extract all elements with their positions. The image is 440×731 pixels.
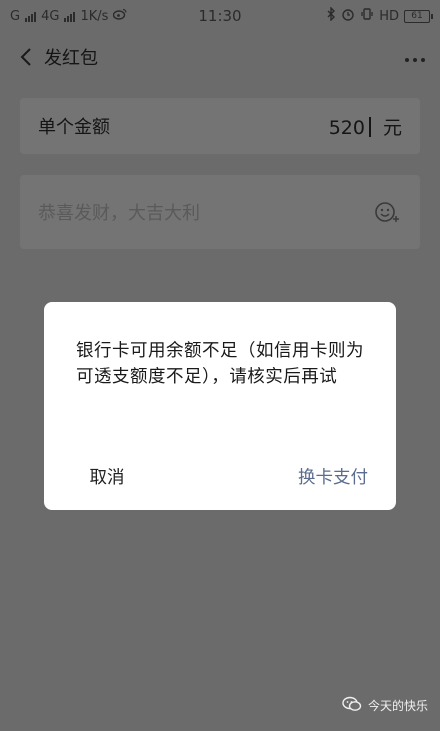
dialog-actions: 取消 换卡支付: [44, 456, 396, 496]
more-icon[interactable]: [404, 44, 426, 68]
weibo-icon: [113, 8, 127, 24]
status-right: HD 61: [327, 6, 433, 25]
watermark-text: 今天的快乐: [367, 699, 428, 713]
back-icon[interactable]: [14, 45, 38, 69]
watermark: 今天的快乐: [342, 696, 428, 715]
amount-input[interactable]: 520 元: [329, 113, 402, 140]
amount-row[interactable]: 单个金额 520 元: [20, 98, 420, 154]
amount-unit: 元: [382, 116, 402, 139]
signal-icon: [25, 11, 37, 22]
greeting-placeholder: 恭喜发财，大吉大利: [38, 203, 200, 224]
cancel-button[interactable]: 取消: [44, 456, 230, 496]
alert-dialog: 银行卡可用余额不足（如信用卡则为可透支额度不足），请核实后再试 取消 换卡支付: [44, 302, 396, 510]
battery-icon: 61: [404, 9, 433, 23]
carrier-1: G: [10, 8, 21, 24]
dialog-message: 银行卡可用余额不足（如信用卡则为可透支额度不足），请核实后再试: [76, 341, 364, 387]
signal-icon: [64, 11, 76, 22]
hd-label: HD: [379, 8, 399, 24]
status-bar: G 4G 1K/s 11:30 HD 61: [0, 0, 440, 32]
vibrate-icon: [360, 7, 374, 25]
network-speed: 1K/s: [80, 8, 109, 24]
text-cursor: [368, 116, 371, 137]
greeting-input[interactable]: 恭喜发财，大吉大利: [20, 175, 420, 249]
carrier-2: 4G: [41, 8, 60, 24]
status-left: G 4G 1K/s: [10, 8, 127, 24]
title-bar: 发红包: [0, 36, 440, 78]
battery-level: 61: [411, 11, 423, 21]
emoji-icon[interactable]: [372, 197, 402, 227]
bluetooth-icon: [327, 6, 336, 25]
wechat-icon: [342, 696, 362, 715]
amount-value: 520: [328, 116, 365, 139]
alarm-icon: [341, 7, 355, 25]
page-title: 发红包: [44, 48, 98, 69]
amount-label: 单个金额: [38, 117, 110, 138]
change-card-button[interactable]: 换卡支付: [230, 456, 396, 496]
